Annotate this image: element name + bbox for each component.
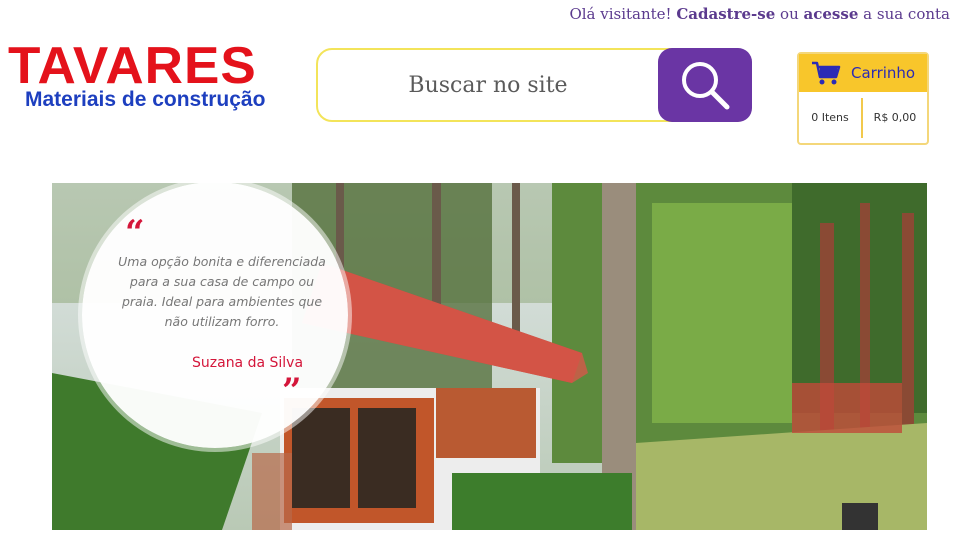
or-text: ou (780, 5, 799, 23)
cart-icon (812, 61, 841, 85)
search-button[interactable] (658, 48, 752, 122)
search-bar (316, 48, 752, 122)
signup-link[interactable]: Cadastre-se (676, 5, 775, 23)
login-link[interactable]: acesse (804, 5, 859, 23)
quote-open-mark: “ (125, 213, 145, 253)
search-icon (682, 62, 730, 110)
greeting-text: Olá visitante! (569, 5, 672, 23)
cart-summary: 0 Itens R$ 0,00 (799, 92, 927, 143)
logo-title: TAVARES (8, 37, 257, 95)
cart-item-count: 0 Itens (799, 97, 863, 138)
account-bar: Olá visitante! Cadastre-se ou acesse a s… (569, 5, 950, 23)
site-logo[interactable]: TAVARES Materiais de construção (8, 40, 298, 118)
cart-total: R$ 0,00 (873, 111, 917, 124)
logo-subtitle: Materiais de construção (25, 88, 266, 111)
account-text: a sua conta (863, 5, 950, 23)
testimonial-text: Uma opção bonita e diferenciada para a s… (118, 254, 326, 329)
cart-title: Carrinho (851, 64, 916, 82)
quote-close-mark: ” (282, 371, 302, 411)
cart-header: Carrinho (799, 54, 927, 92)
testimonial-author: Suzana da Silva (192, 355, 304, 371)
cart-widget[interactable]: Carrinho 0 Itens R$ 0,00 (797, 52, 929, 145)
search-input[interactable] (320, 52, 656, 118)
